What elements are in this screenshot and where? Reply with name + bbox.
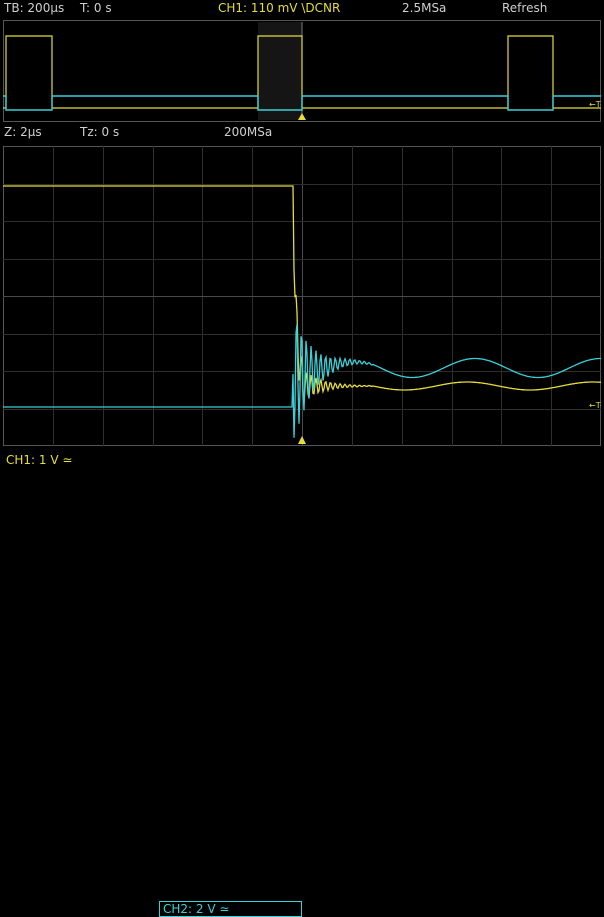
timebase-readout[interactable]: TB: 200µs	[4, 1, 64, 15]
zoom-sample-rate-readout: 200MSa	[224, 125, 273, 139]
ch1-scale-readout[interactable]: CH1: 1 V ≃	[6, 453, 72, 467]
status-bar: TB: 200µs T: 0 s CH1: 110 mV \DCNR 2.5MS…	[0, 0, 604, 18]
zoom-waveform-display[interactable]: ←T-	[3, 146, 601, 446]
channel-bar: CH1: 1 V ≃ CH2: 2 V ≃	[0, 450, 604, 917]
trigger-time-readout[interactable]: T: 0 s	[80, 1, 112, 15]
overview-waveform-display[interactable]: ←T-	[3, 20, 601, 122]
zoom-time-readout[interactable]: Tz: 0 s	[80, 125, 119, 139]
zoom-status-bar: Z: 2µs Tz: 0 s 200MSa	[0, 124, 604, 142]
acquire-mode-readout[interactable]: Refresh	[502, 1, 547, 15]
sample-rate-readout: 2.5MSa	[402, 1, 447, 15]
zoom-timebase-readout[interactable]: Z: 2µs	[4, 125, 42, 139]
zoom-trigger-level-marker[interactable]: ←T-	[589, 401, 601, 410]
zoom-window-highlight	[258, 22, 302, 120]
ch2-scale-button[interactable]: CH2: 2 V ≃	[159, 901, 302, 917]
trigger-level-marker[interactable]: ←T-	[589, 100, 601, 109]
ch1-trigger-readout[interactable]: CH1: 110 mV \DCNR	[218, 1, 340, 15]
ch2-scale-readout: CH2: 2 V ≃	[163, 902, 230, 916]
